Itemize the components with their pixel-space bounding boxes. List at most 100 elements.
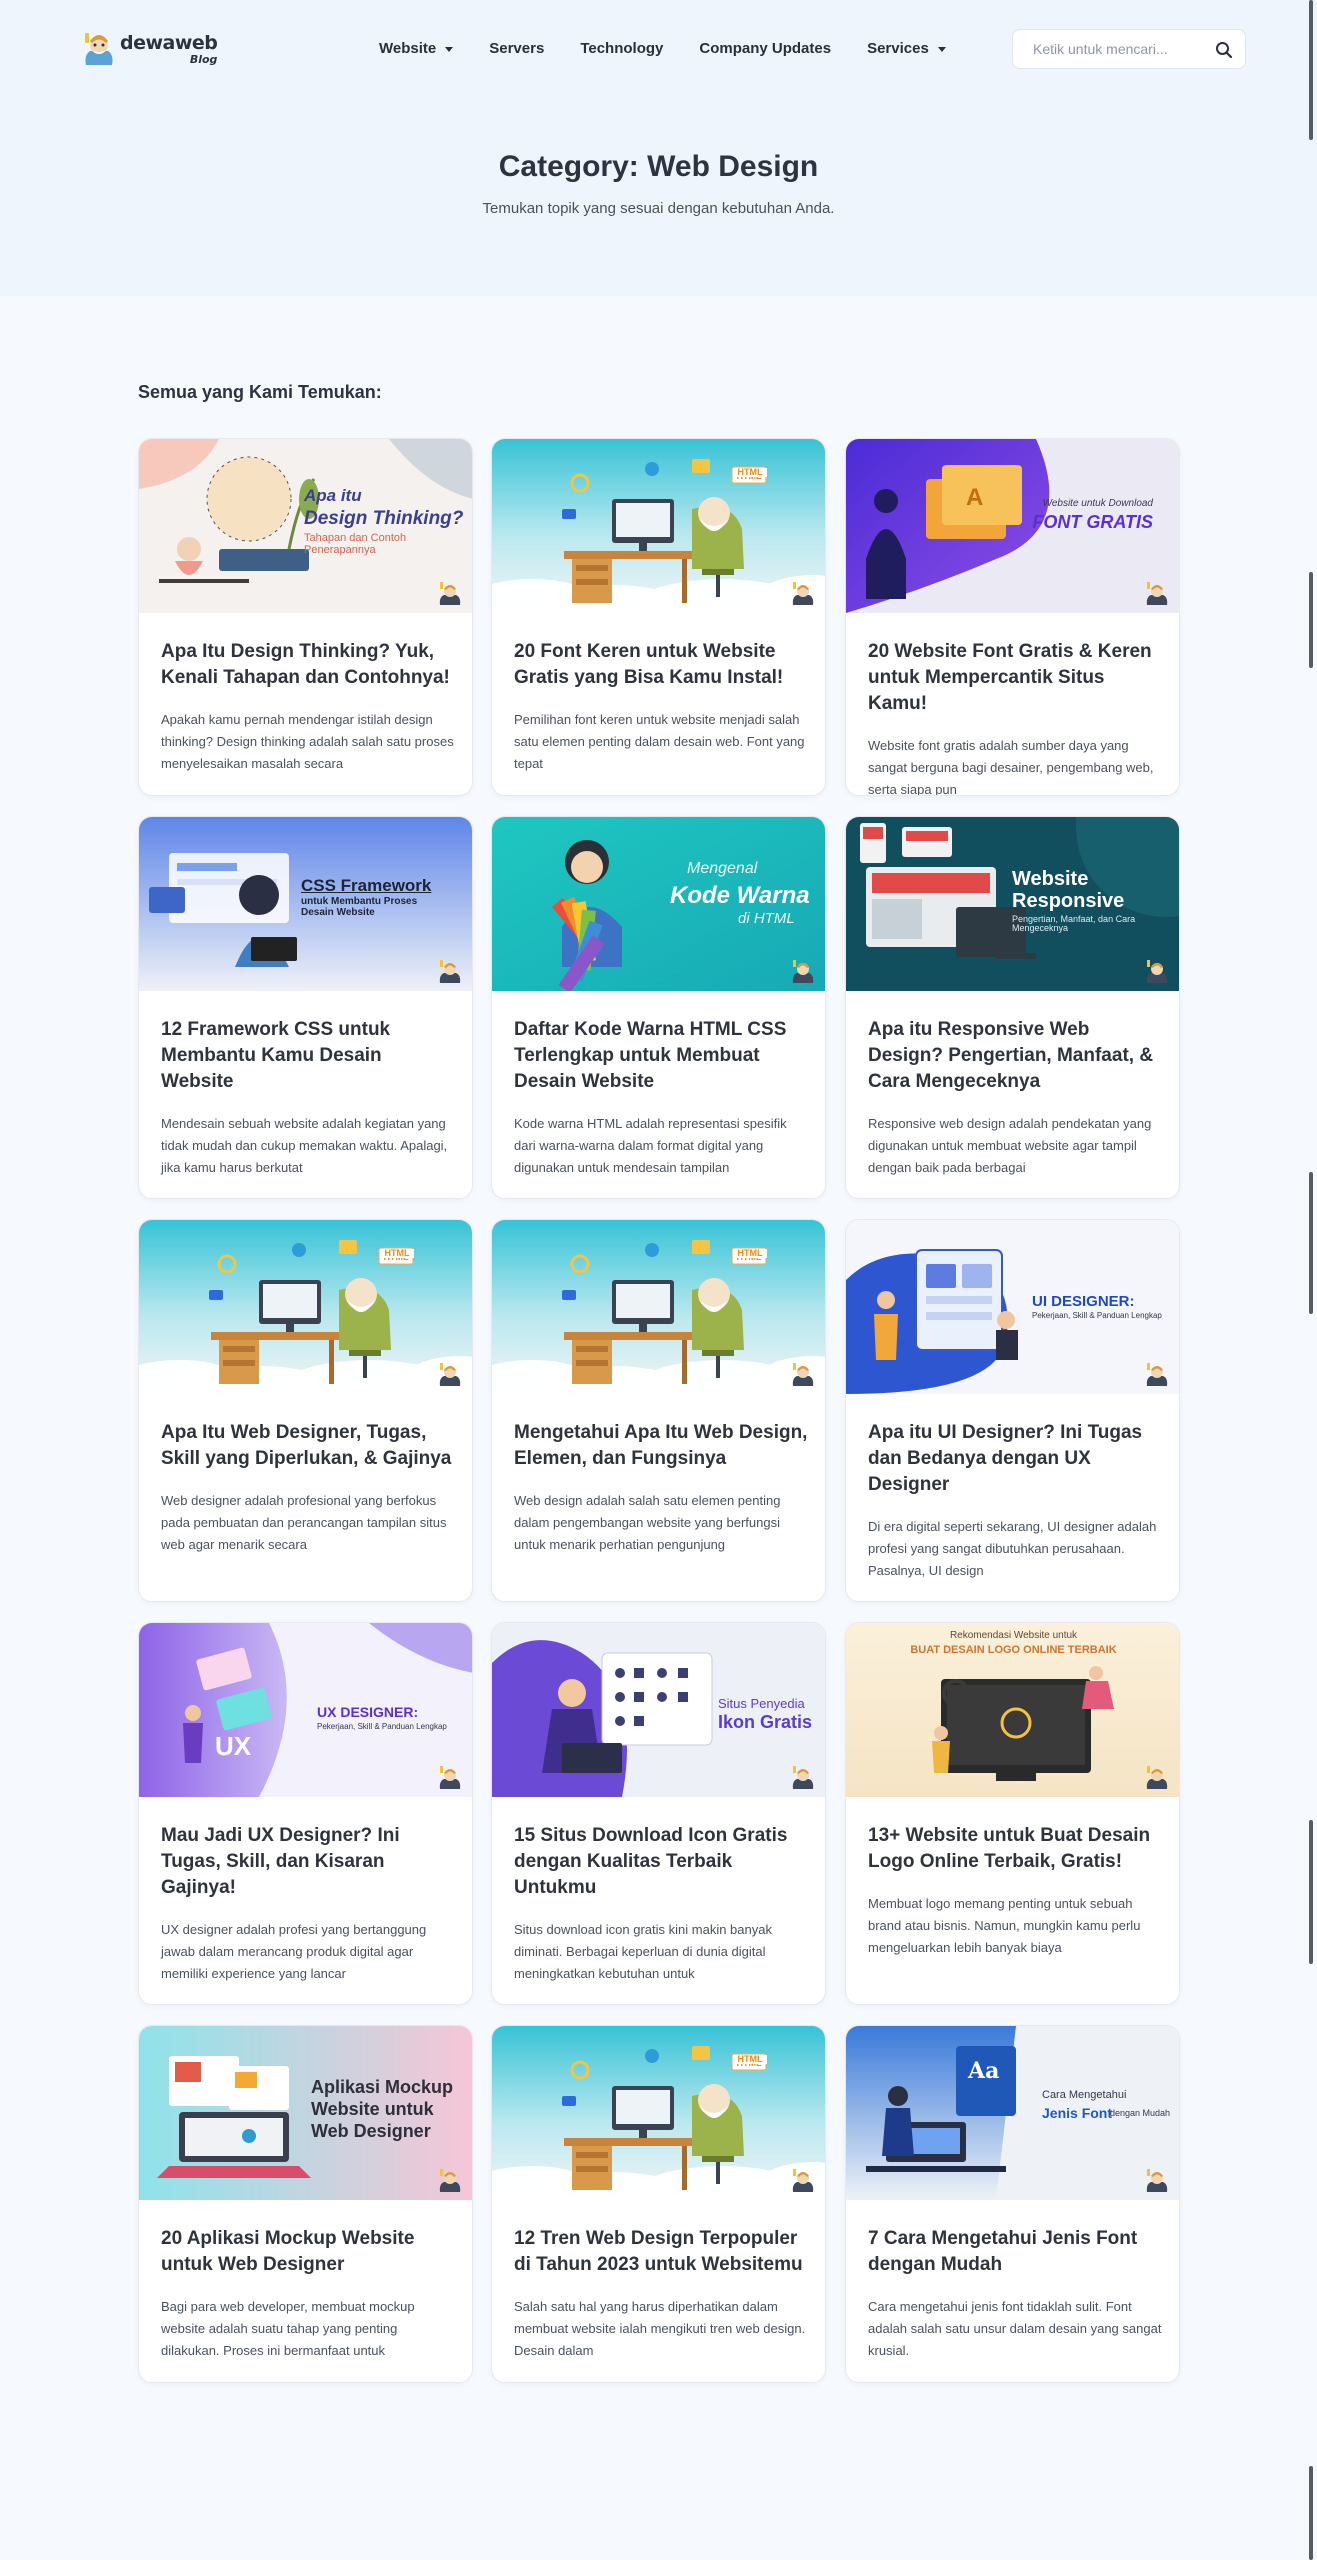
post-card[interactable]: Apa itu Design Thinking? Tahapan dan Conto…	[138, 438, 473, 796]
thumbnail-caption: UI DESIGNER:	[1032, 1293, 1135, 1310]
post-thumbnail[interactable]: HTML HTML	[492, 1220, 825, 1394]
post-title[interactable]: 12 Framework CSS untuk Membantu Kamu Des…	[161, 1017, 457, 1095]
thumbnail-caption: HTML	[733, 1248, 767, 1259]
post-card[interactable]: UI DESIGNER: Pekerjaan, Skill & Panduan L…	[845, 1219, 1180, 1602]
post-title[interactable]: 20 Font Keren untuk Website Gratis yang …	[514, 639, 810, 691]
nav-item-technology[interactable]: Technology	[580, 36, 663, 60]
thumbnail-illustration: UX	[139, 1623, 472, 1797]
search-input[interactable]	[1013, 41, 1203, 57]
post-title[interactable]: Mau Jadi UX Designer? Ini Tugas, Skill, …	[161, 1823, 457, 1901]
dewaweb-badge-icon	[438, 581, 462, 607]
brand-sub: Blog	[189, 52, 218, 66]
post-title[interactable]: Apa itu UI Designer? Ini Tugas dan Bedan…	[868, 1420, 1164, 1498]
thumbnail-caption: Cara Mengetahui	[1042, 2089, 1127, 2101]
post-title[interactable]: 20 Aplikasi Mockup Website untuk Web Des…	[161, 2226, 457, 2278]
nav-item-servers[interactable]: Servers	[489, 36, 544, 60]
post-thumbnail[interactable]: UI DESIGNER: Pekerjaan, Skill & Panduan L…	[846, 1220, 1179, 1394]
post-excerpt: Situs download icon gratis kini makin ba…	[514, 1922, 772, 1981]
thumbnail-caption: Tahapan dan Contoh Penerapannya	[304, 532, 407, 556]
post-thumbnail[interactable]: Apa itu Design Thinking? Tahapan dan Conto…	[139, 439, 472, 613]
post-excerpt: Apakah kamu pernah mendengar istilah des…	[161, 712, 454, 771]
post-card[interactable]: UX UX DESIGNER: Pekerjaan, Skill & Pandua…	[138, 1622, 473, 2005]
nav-label: Servers	[489, 39, 545, 57]
post-title[interactable]: Mengetahui Apa Itu Web Design, Elemen, d…	[514, 1420, 810, 1472]
post-excerpt: Bagi para web developer, membuat mockup …	[161, 2299, 415, 2358]
post-card[interactable]: HTML HTML Apa Itu Web Designer, Tugas, S…	[138, 1219, 473, 1602]
search-icon[interactable]	[1215, 41, 1233, 59]
post-title[interactable]: Apa itu Responsive Web Design? Pengertia…	[868, 1017, 1164, 1095]
post-title[interactable]: 12 Tren Web Design Terpopuler di Tahun 2…	[514, 2226, 810, 2278]
post-excerpt: Responsive web design adalah pendekatan …	[868, 1116, 1152, 1175]
thumbnail-caption: Ikon Gratis	[718, 1712, 813, 1732]
post-excerpt: Membuat logo memang penting untuk sebuah…	[868, 1896, 1141, 1955]
nav-item-services[interactable]: Services	[867, 36, 946, 60]
post-excerpt: Di era digital seperti sekarang, UI desi…	[868, 1519, 1157, 1578]
post-thumbnail[interactable]: UX UX DESIGNER: Pekerjaan, Skill & Pandua…	[139, 1623, 472, 1797]
post-thumbnail[interactable]: HTML HTML	[139, 1220, 472, 1394]
thumbnail-caption: BUAT DESAIN LOGO ONLINE TERBAIK	[910, 1644, 1117, 1656]
thumbnail-caption: HTML	[733, 2054, 767, 2065]
post-thumbnail[interactable]: HTML HTML	[492, 2026, 825, 2200]
post-thumbnail[interactable]: Mengenal Kode Warna di HTML	[492, 817, 825, 991]
post-title[interactable]: Apa Itu Design Thinking? Yuk, Kenali Tah…	[161, 639, 457, 691]
thumbnail-caption: di HTML	[738, 910, 795, 927]
thumbnail-caption: Website untuk Download	[1042, 498, 1153, 509]
nav-label: Technology	[580, 39, 664, 57]
thumbnail-illustration: HTML	[492, 439, 825, 613]
post-card[interactable]: Rekomendasi Website untuk BUAT DESAIN LOG…	[845, 1622, 1180, 2005]
post-card[interactable]: HTML HTML 12 Tren Web Design Terpopuler …	[491, 2025, 826, 2383]
post-title[interactable]: 13+ Website untuk Buat Desain Logo Onlin…	[868, 1823, 1164, 1875]
thumbnail-caption: Situs Penyedia	[718, 1696, 805, 1711]
post-card[interactable]: HTML HTML 20 Font Keren untuk Website Gr…	[491, 438, 826, 796]
thumbnail-caption: Pekerjaan, Skill & Panduan Lengkap	[1032, 1311, 1162, 1320]
post-thumbnail[interactable]: Situs Penyedia Ikon Gratis	[492, 1623, 825, 1797]
post-card[interactable]: CSS Framework untuk Membantu Proses Desai…	[138, 816, 473, 1199]
dewaweb-mascot-icon	[82, 31, 116, 67]
post-card[interactable]: HTML HTML Mengetahui Apa Itu Web Design,…	[491, 1219, 826, 1602]
scrollbar-marker	[1309, 2466, 1313, 2560]
thumbnail-caption: Jenis Font	[1042, 2105, 1113, 2121]
post-card[interactable]: Situs Penyedia Ikon Gratis 15 Situs Downl…	[491, 1622, 826, 2005]
post-thumbnail[interactable]: Aplikasi Mockup Website untuk Web Designer	[139, 2026, 472, 2200]
dewaweb-badge-icon	[791, 581, 815, 607]
post-thumbnail[interactable]: Aa Cara Mengetahui Jenis Font dengan Mudah	[846, 2026, 1179, 2200]
thumbnail-caption: Web Designer	[311, 2121, 431, 2141]
post-card[interactable]: Website Responsive Pengertian, Manfaat, da…	[845, 816, 1180, 1199]
nav-item-website[interactable]: Website	[379, 36, 454, 60]
thumbnail-caption: Aplikasi Mockup	[311, 2077, 454, 2097]
main-nav: Website Servers Technology Company Updat…	[379, 36, 982, 60]
thumbnail-caption: Responsive	[1012, 890, 1125, 912]
post-thumbnail[interactable]: HTML HTML	[492, 439, 825, 613]
post-thumbnail[interactable]: CSS Framework untuk Membantu Proses Desai…	[139, 817, 472, 991]
site-logo[interactable]: dewaweb Blog	[82, 24, 218, 74]
post-card[interactable]: Aa Cara Mengetahui Jenis Font dengan Mudah…	[845, 2025, 1180, 2383]
post-card[interactable]: A Website untuk Download FONT GRATIS 20 W…	[845, 438, 1180, 796]
nav-label: Company Updates	[699, 39, 832, 57]
page-subtitle: Temukan topik yang sesuai dengan kebutuh…	[482, 200, 835, 217]
post-title[interactable]: 20 Website Font Gratis & Keren untuk Mem…	[868, 639, 1164, 717]
post-excerpt: Web design adalah salah satu elemen pent…	[514, 1493, 781, 1552]
post-title[interactable]: Apa Itu Web Designer, Tugas, Skill yang …	[161, 1420, 457, 1472]
post-title[interactable]: 15 Situs Download Icon Gratis dengan Kua…	[514, 1823, 810, 1901]
scrollbar-thumb[interactable]	[1309, 0, 1313, 140]
post-thumbnail[interactable]: Website Responsive Pengertian, Manfaat, da…	[846, 817, 1179, 991]
nav-label: Services	[867, 39, 929, 57]
nav-item-company-updates[interactable]: Company Updates	[699, 36, 831, 60]
dewaweb-badge-icon	[1145, 959, 1169, 985]
post-card[interactable]: Mengenal Kode Warna di HTML Daftar Kode Wa…	[491, 816, 826, 1199]
dewaweb-badge-icon	[1145, 1765, 1169, 1791]
post-title[interactable]: 7 Cara Mengetahui Jenis Font dengan Muda…	[868, 2226, 1164, 2278]
post-thumbnail[interactable]: Rekomendasi Website untuk BUAT DESAIN LOG…	[846, 1623, 1179, 1797]
dewaweb-badge-icon	[438, 1765, 462, 1791]
post-title[interactable]: Daftar Kode Warna HTML CSS Terlengkap un…	[514, 1017, 810, 1095]
post-thumbnail[interactable]: A Website untuk Download FONT GRATIS	[846, 439, 1179, 613]
thumbnail-illustration: HTML	[492, 1220, 825, 1394]
navbar: dewaweb Blog Website Servers Technology …	[0, 0, 1317, 98]
thumbnail-caption: Apa itu	[304, 486, 362, 505]
post-card[interactable]: Aplikasi Mockup Website untuk Web Designer…	[138, 2025, 473, 2383]
thumbnail-caption: dengan Mudah	[1110, 2108, 1171, 2118]
dewaweb-badge-icon	[438, 959, 462, 985]
thumbnail-illustration: HTML	[139, 1220, 472, 1394]
dewaweb-badge-icon	[791, 2168, 815, 2194]
dewaweb-badge-icon	[791, 1765, 815, 1791]
